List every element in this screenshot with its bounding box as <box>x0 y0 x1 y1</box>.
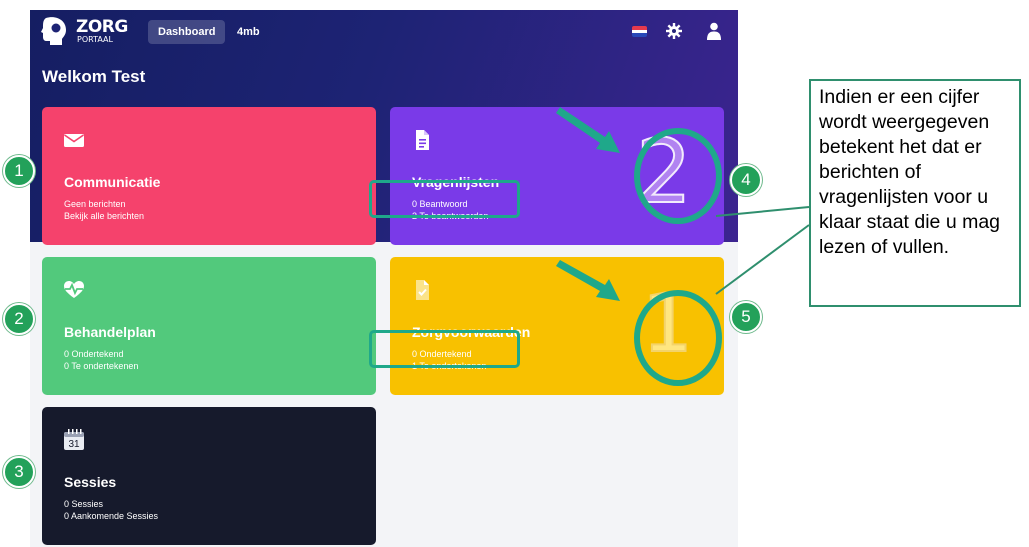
tab-dashboard[interactable]: Dashboard <box>148 20 226 44</box>
highlight-box-zorgvoorwaarden <box>369 330 520 368</box>
explanation-note: Indien er een cijfer wordt weergegeven b… <box>809 79 1021 307</box>
flag-icon[interactable] <box>632 26 647 37</box>
card-sessies[interactable]: 31 Sessies 0 Sessies 0 Aankomende Sessie… <box>42 407 376 545</box>
card-to-sign-count: 0 Te ondertekenen <box>64 361 139 371</box>
highlight-ring-vragenlijsten <box>634 128 722 224</box>
heartbeat-icon <box>64 281 84 298</box>
step-badge-2: 2 <box>3 303 35 335</box>
card-upcoming-sessions-count: 0 Aankomende Sessies <box>64 511 159 521</box>
card-status: Geen berichten <box>64 199 126 209</box>
card-sessions-count: 0 Sessies <box>64 499 104 509</box>
document-check-icon <box>416 280 429 300</box>
step-badge-5: 5 <box>730 301 762 333</box>
logo-name: ZORG <box>76 17 128 37</box>
logo-head-icon <box>41 17 66 45</box>
calendar-day: 31 <box>68 439 80 450</box>
portal-screenshot: ZORG PORTAAL Dashboard 4mb Welkom Test C… <box>30 10 738 547</box>
logo-subtitle: PORTAAL <box>77 35 113 44</box>
tab-4mb[interactable]: 4mb <box>227 20 270 44</box>
envelope-icon <box>64 134 84 147</box>
card-signed-count: 0 Ondertekend <box>64 349 124 359</box>
calendar-icon: 31 <box>64 429 84 450</box>
card-title: Communicatie <box>64 174 161 190</box>
step-badge-4: 4 <box>730 164 762 196</box>
card-communicatie[interactable]: Communicatie Geen berichten Bekijk alle … <box>42 107 376 245</box>
step-badge-1: 1 <box>3 155 35 187</box>
gear-icon[interactable] <box>666 23 682 39</box>
highlight-ring-zorgvoorwaarden <box>634 290 722 386</box>
highlight-box-vragenlijsten <box>369 180 520 218</box>
card-behandelplan[interactable]: Behandelplan 0 Ondertekend 0 Te ondertek… <box>42 257 376 395</box>
card-title: Sessies <box>64 474 117 490</box>
view-all-messages-link[interactable]: Bekijk alle berichten <box>64 211 144 221</box>
document-icon <box>416 130 429 150</box>
page-title: Welkom Test <box>42 67 146 86</box>
logo[interactable]: ZORG PORTAAL <box>40 14 130 50</box>
step-badge-3: 3 <box>3 456 35 488</box>
card-title: Behandelplan <box>64 324 156 340</box>
user-icon[interactable] <box>707 22 721 40</box>
